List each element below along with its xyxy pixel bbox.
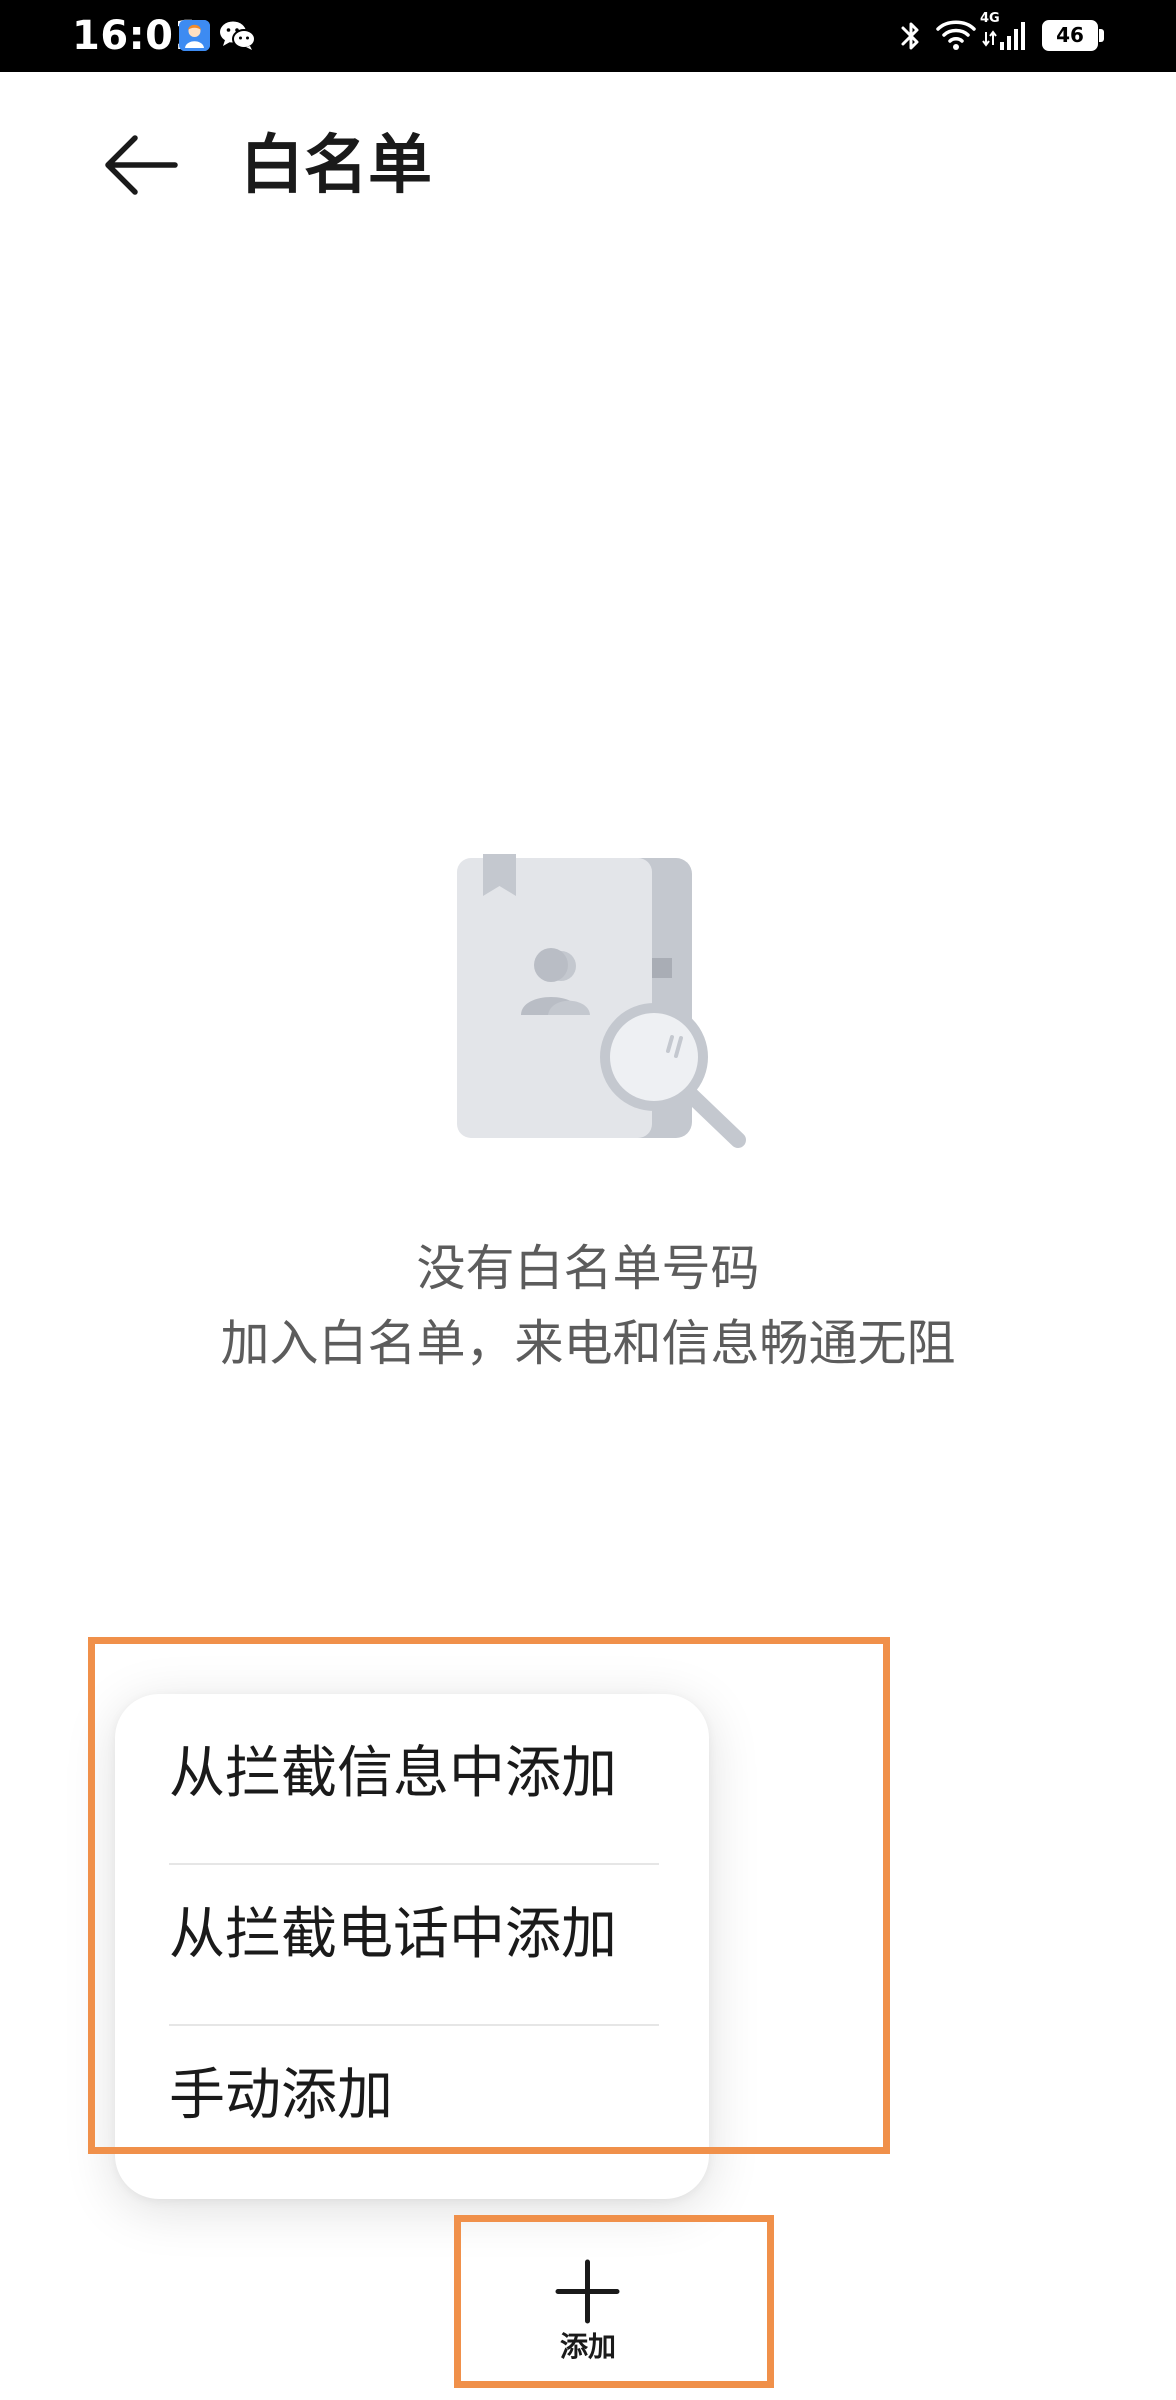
cellular-signal-icon: 4G [980, 12, 1030, 54]
battery-icon: 46 [1042, 20, 1105, 51]
menu-item-label: 从拦截电话中添加 [169, 1902, 617, 1967]
bluetooth-icon [900, 18, 922, 54]
empty-state-title: 没有白名单号码 [416, 1240, 760, 1297]
menu-item-label: 从拦截信息中添加 [169, 1741, 617, 1806]
add-button[interactable]: 添加 [465, 2225, 710, 2375]
menu-item-label: 手动添加 [169, 2063, 393, 2128]
menu-item-add-from-blocked-calls[interactable]: 从拦截电话中添加 [169, 1855, 659, 2015]
menu-item-add-manually[interactable]: 手动添加 [169, 2016, 659, 2176]
wifi-icon [935, 17, 977, 53]
add-options-menu: 从拦截信息中添加 从拦截电话中添加 手动添加 [115, 1694, 709, 2199]
contact-book-search-icon [450, 848, 755, 1153]
add-button-label: 添加 [559, 2330, 616, 2363]
wechat-icon [219, 20, 257, 51]
battery-tip [1099, 29, 1104, 42]
app-notification-icon [179, 20, 210, 51]
page-title: 白名单 [240, 129, 432, 203]
arrow-left-icon [105, 135, 178, 195]
battery-level: 46 [1042, 20, 1098, 51]
plus-icon [555, 2259, 620, 2324]
back-button[interactable] [95, 122, 190, 208]
status-bar: 16:01 4G 46 [0, 0, 1176, 72]
empty-state-subtitle: 加入白名单，来电和信息畅通无阻 [220, 1315, 956, 1372]
menu-item-add-from-blocked-messages[interactable]: 从拦截信息中添加 [169, 1694, 659, 1854]
